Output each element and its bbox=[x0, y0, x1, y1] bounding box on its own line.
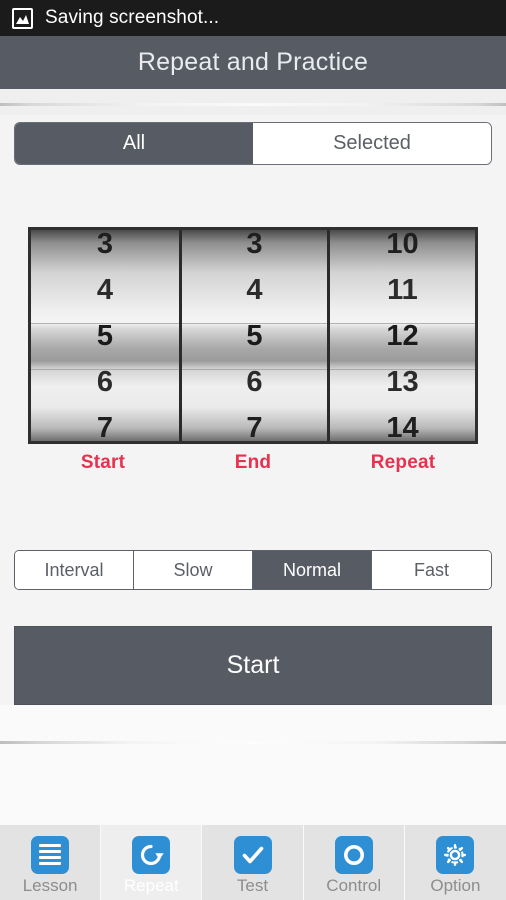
app-screen: Saving screenshot... Repeat and Practice… bbox=[0, 0, 506, 900]
wheel-item-selected[interactable]: 12 bbox=[330, 313, 475, 359]
speed-segment-group: Interval Slow Normal Fast bbox=[14, 550, 492, 590]
wheel-item[interactable]: 11 bbox=[330, 267, 475, 313]
wheel-item[interactable]: 13 bbox=[330, 359, 475, 405]
wheel-item[interactable]: 3 bbox=[31, 230, 179, 267]
wheel-item[interactable]: 7 bbox=[31, 405, 179, 442]
header-separator bbox=[0, 89, 506, 115]
status-bar: Saving screenshot... bbox=[0, 0, 506, 36]
number-picker: 3 4 5 6 7 3 4 5 6 7 10 11 12 13 14 bbox=[28, 227, 478, 444]
gear-icon bbox=[436, 835, 475, 874]
wheel-item[interactable]: 4 bbox=[31, 267, 179, 313]
wheel-item[interactable]: 6 bbox=[31, 359, 179, 405]
repeat-icon bbox=[132, 835, 171, 874]
picker-label-end: End bbox=[234, 452, 272, 473]
picker-label-row: Start End Repeat bbox=[0, 452, 506, 474]
wheel-item[interactable]: 3 bbox=[182, 230, 327, 267]
wheel-item-selected[interactable]: 5 bbox=[182, 313, 327, 359]
wheel-item-selected[interactable]: 5 bbox=[31, 313, 179, 359]
scope-tab-group: All Selected bbox=[14, 122, 492, 165]
check-icon bbox=[233, 835, 272, 874]
speed-option-slow-label: Slow bbox=[173, 559, 213, 580]
picker-label-start: Start bbox=[80, 452, 126, 473]
speed-option-interval[interactable]: Interval bbox=[15, 551, 134, 589]
speed-option-fast-label: Fast bbox=[413, 559, 449, 580]
speed-option-normal[interactable]: Normal bbox=[253, 551, 372, 589]
main-content: All Selected 3 4 5 6 7 3 4 5 6 7 10 11 1… bbox=[0, 115, 506, 825]
nav-item-repeat-label: Repeat bbox=[123, 875, 179, 895]
status-bar-text: Saving screenshot... bbox=[45, 7, 220, 28]
tab-all-label: All bbox=[122, 132, 146, 154]
wheel-item[interactable]: 4 bbox=[182, 267, 327, 313]
tab-selected[interactable]: Selected bbox=[253, 123, 491, 164]
wheel-item[interactable]: 7 bbox=[182, 405, 327, 442]
nav-item-control[interactable]: Control bbox=[303, 825, 405, 900]
nav-item-lesson-label: Lesson bbox=[22, 875, 78, 895]
nav-item-option-label: Option bbox=[430, 875, 481, 895]
picker-wheel-start[interactable]: 3 4 5 6 7 bbox=[31, 230, 179, 441]
start-button[interactable]: Start bbox=[14, 626, 492, 705]
nav-item-repeat[interactable]: Repeat bbox=[101, 825, 203, 900]
nav-item-test-label: Test bbox=[236, 875, 269, 895]
page-title: Repeat and Practice bbox=[137, 48, 369, 76]
picker-label-repeat: Repeat bbox=[370, 452, 436, 473]
tab-selected-label: Selected bbox=[333, 132, 411, 154]
bottom-navigation-bar: Lesson Repeat Test Control Option bbox=[0, 825, 506, 900]
speed-option-interval-label: Interval bbox=[44, 559, 104, 580]
content-bottom-spacer bbox=[0, 705, 506, 825]
picker-wheel-end[interactable]: 3 4 5 6 7 bbox=[179, 230, 327, 441]
speed-option-normal-label: Normal bbox=[282, 559, 341, 580]
nav-item-lesson[interactable]: Lesson bbox=[0, 825, 102, 900]
list-icon bbox=[31, 835, 70, 874]
wheel-item[interactable]: 14 bbox=[330, 405, 475, 442]
number-picker-area: 3 4 5 6 7 3 4 5 6 7 10 11 12 13 14 bbox=[0, 227, 506, 444]
wheel-item[interactable]: 10 bbox=[330, 230, 475, 267]
nav-separator bbox=[0, 741, 506, 744]
speed-option-fast[interactable]: Fast bbox=[372, 551, 491, 589]
tab-all[interactable]: All bbox=[15, 123, 253, 164]
screenshot-image-icon bbox=[12, 7, 33, 29]
nav-item-option[interactable]: Option bbox=[404, 825, 506, 900]
picker-wheel-repeat[interactable]: 10 11 12 13 14 bbox=[327, 230, 475, 441]
start-button-label: Start bbox=[226, 651, 280, 679]
nav-item-test[interactable]: Test bbox=[202, 825, 304, 900]
speed-option-slow[interactable]: Slow bbox=[134, 551, 253, 589]
circle-icon bbox=[334, 835, 373, 874]
wheel-item[interactable]: 6 bbox=[182, 359, 327, 405]
nav-item-control-label: Control bbox=[326, 875, 382, 895]
title-bar: Repeat and Practice bbox=[0, 36, 506, 89]
